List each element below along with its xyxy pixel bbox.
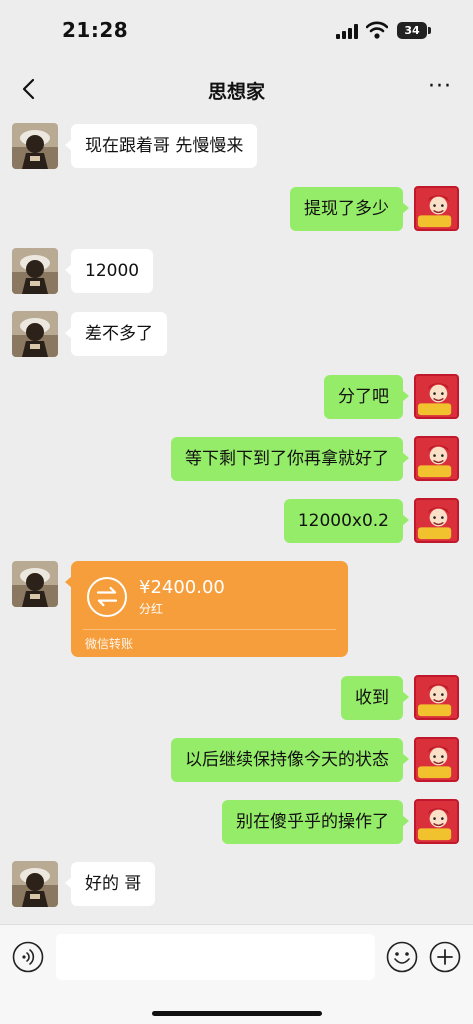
message-row: 分了吧 bbox=[0, 374, 473, 420]
contact-avatar[interactable] bbox=[12, 311, 58, 357]
my-avatar[interactable] bbox=[414, 675, 459, 720]
message-input[interactable] bbox=[56, 934, 375, 980]
my-avatar[interactable] bbox=[414, 374, 459, 419]
battery-icon: 34 bbox=[397, 22, 427, 39]
message-row: 别在傻乎乎的操作了 bbox=[0, 799, 473, 845]
chat-header: 思想家 ··· bbox=[0, 62, 473, 116]
my-avatar[interactable] bbox=[414, 436, 459, 481]
my-avatar[interactable] bbox=[414, 737, 459, 782]
message-row: 12000 bbox=[0, 248, 473, 294]
transfer-note: 分红 bbox=[139, 602, 164, 616]
message-row: 收到 bbox=[0, 675, 473, 721]
message-row: 等下剩下到了你再拿就好了 bbox=[0, 436, 473, 482]
incoming-bubble[interactable]: 12000 bbox=[64, 249, 154, 293]
plus-icon[interactable] bbox=[429, 941, 461, 973]
outgoing-bubble[interactable]: 分了吧 bbox=[324, 375, 409, 419]
my-avatar[interactable] bbox=[414, 799, 459, 844]
wifi-icon bbox=[366, 21, 388, 39]
emoji-icon[interactable] bbox=[386, 941, 418, 973]
message-row: 12000x0.2 bbox=[0, 498, 473, 544]
wechat-transfer-card[interactable]: ¥2400.00 分红 微信转账 bbox=[65, 561, 348, 657]
transfer-footer: 微信转账 bbox=[85, 637, 134, 651]
outgoing-bubble[interactable]: 提现了多少 bbox=[290, 187, 409, 231]
message-row: 提现了多少 bbox=[0, 186, 473, 232]
contact-avatar[interactable] bbox=[12, 861, 58, 907]
my-avatar[interactable] bbox=[414, 186, 459, 231]
outgoing-bubble[interactable]: 收到 bbox=[341, 676, 409, 720]
incoming-bubble[interactable]: 现在跟着哥 先慢慢来 bbox=[64, 124, 258, 168]
contact-avatar[interactable] bbox=[12, 561, 58, 607]
outgoing-bubble[interactable]: 别在傻乎乎的操作了 bbox=[222, 800, 409, 844]
chat-title: 思想家 bbox=[207, 81, 265, 103]
incoming-bubble[interactable]: 好的 哥 bbox=[64, 862, 156, 906]
transfer-divider bbox=[83, 629, 336, 630]
message-row: 以后继续保持像今天的状态 bbox=[0, 737, 473, 783]
status-time: 21:28 bbox=[62, 18, 129, 42]
voice-icon[interactable] bbox=[12, 941, 44, 973]
message-row: 差不多了 bbox=[0, 311, 473, 357]
chat-input-bar bbox=[0, 924, 473, 1024]
transfer-arrows-icon bbox=[87, 577, 127, 617]
contact-avatar[interactable] bbox=[12, 123, 58, 169]
outgoing-bubble[interactable]: 等下剩下到了你再拿就好了 bbox=[171, 437, 409, 481]
incoming-bubble[interactable]: 差不多了 bbox=[65, 312, 167, 356]
my-avatar[interactable] bbox=[414, 498, 459, 543]
outgoing-bubble[interactable]: 以后继续保持像今天的状态 bbox=[171, 738, 409, 782]
home-indicator bbox=[152, 1011, 322, 1016]
transfer-amount: ¥2400.00 bbox=[139, 577, 225, 598]
message-row: 现在跟着哥 先慢慢来 bbox=[0, 123, 473, 169]
status-bar: 21:28 34 bbox=[0, 0, 473, 62]
message-row: 好的 哥 bbox=[0, 861, 473, 907]
outgoing-bubble[interactable]: 12000x0.2 bbox=[283, 499, 410, 543]
message-row: ¥2400.00 分红 微信转账 bbox=[0, 561, 473, 659]
battery-tip bbox=[428, 27, 431, 34]
contact-avatar[interactable] bbox=[12, 248, 58, 294]
more-dots-icon[interactable]: ··· bbox=[424, 76, 456, 101]
cellular-signal-icon bbox=[336, 24, 360, 39]
